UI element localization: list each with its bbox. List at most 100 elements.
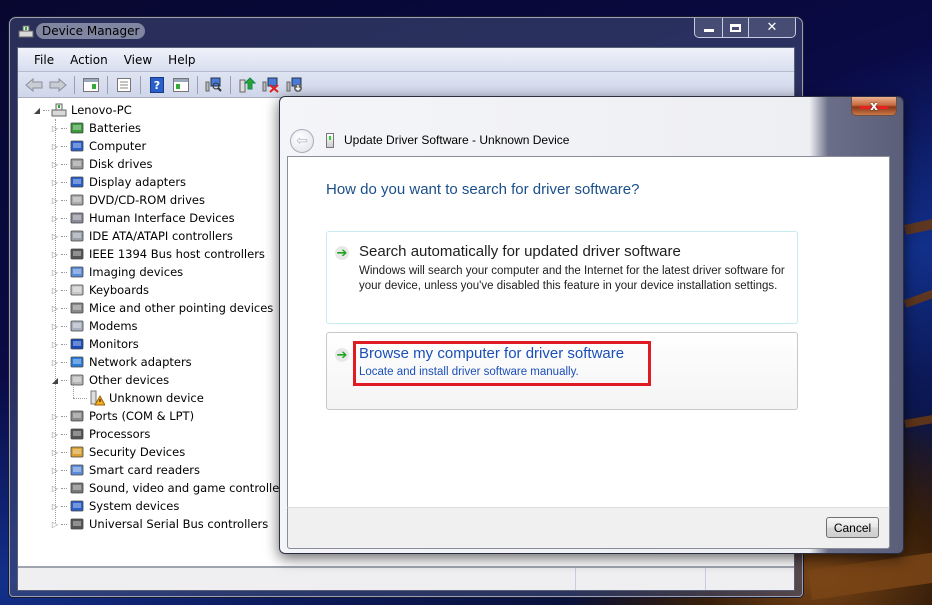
tree-item-processors[interactable]: ▷ Processors xyxy=(50,425,150,443)
title-bar[interactable]: Device Manager ✕ xyxy=(10,18,802,46)
show-hide-console-tree-button[interactable] xyxy=(80,75,102,95)
tree-item-label: DVD/CD-ROM drives xyxy=(89,193,205,207)
tree-item-universal-serial-bus-controllers[interactable]: ▷ Universal Serial Bus controllers xyxy=(50,515,268,533)
wallpaper-stripe xyxy=(903,216,932,235)
maximize-button[interactable] xyxy=(723,18,749,37)
disk-drive-icon xyxy=(68,156,86,172)
mouse-icon xyxy=(68,300,86,316)
expand-arrow-icon[interactable]: ▷ xyxy=(50,249,60,259)
tree-connector xyxy=(61,451,67,453)
uninstall-icon xyxy=(262,77,279,93)
expand-arrow-icon[interactable]: ▷ xyxy=(50,411,60,421)
update-driver-icon xyxy=(239,76,256,92)
processor-icon xyxy=(68,426,86,442)
tree-item-ieee-1394-bus-host-controllers[interactable]: ▷ IEEE 1394 Bus host controllers xyxy=(50,245,265,263)
tree-item-ports-com-lpt[interactable]: ▷ Ports (COM & LPT) xyxy=(50,407,194,425)
cancel-button[interactable]: Cancel xyxy=(826,517,879,538)
menu-help[interactable]: Help xyxy=(160,53,203,67)
tree-item-disk-drives[interactable]: ▷ Disk drives xyxy=(50,155,153,173)
expand-arrow-icon[interactable]: ▷ xyxy=(50,357,60,367)
tree-connector xyxy=(61,523,67,525)
collapse-arrow-icon[interactable]: ◢ xyxy=(32,105,42,115)
tree-item-monitors[interactable]: ▷ Monitors xyxy=(50,335,139,353)
disable-button[interactable] xyxy=(284,75,306,95)
minimize-icon xyxy=(703,29,714,32)
wallpaper-stripe xyxy=(903,286,932,308)
back-button[interactable]: ⇦ xyxy=(290,129,314,153)
expand-arrow-icon[interactable]: ▷ xyxy=(50,339,60,349)
expand-arrow-icon[interactable]: ▷ xyxy=(50,213,60,223)
expand-arrow-icon[interactable]: ▷ xyxy=(50,195,60,205)
expand-arrow-icon[interactable]: ▷ xyxy=(50,501,60,511)
expand-arrow-icon[interactable]: ▷ xyxy=(50,465,60,475)
dialog-close-button[interactable]: x xyxy=(851,97,897,116)
menu-file[interactable]: File xyxy=(26,53,62,67)
tree-item-imaging-devices[interactable]: ▷ Imaging devices xyxy=(50,263,183,281)
show-hide-action-pane-button[interactable] xyxy=(170,75,192,95)
tree-item-ide-ata-atapi-controllers[interactable]: ▷ IDE ATA/ATAPI controllers xyxy=(50,227,233,245)
expand-arrow-icon[interactable]: ▷ xyxy=(50,519,60,529)
browse-computer-option[interactable]: ➔ Browse my computer for driver software… xyxy=(326,332,798,410)
tree-item-network-adapters[interactable]: ▷ Network adapters xyxy=(50,353,192,371)
search-automatically-option[interactable]: ➔ Search automatically for updated drive… xyxy=(326,231,798,324)
tree-connector xyxy=(61,433,67,435)
tree-item-keyboards[interactable]: ▷ Keyboards xyxy=(50,281,149,299)
properties-button[interactable] xyxy=(113,75,135,95)
tree-item-unknown-device[interactable]: Unknown device xyxy=(88,389,204,407)
device-tree[interactable]: ◢ Lenovo-PC ▷ Batteries ▷ Computer ▷ Disk drive… xyxy=(18,99,290,554)
expand-arrow-icon[interactable]: ▷ xyxy=(50,159,60,169)
tree-connector xyxy=(61,379,67,381)
toolbar: ? xyxy=(18,72,794,98)
scan-hardware-changes-button[interactable] xyxy=(203,75,225,95)
expand-arrow-icon[interactable]: ▷ xyxy=(50,321,60,331)
tree-item-computer[interactable]: ▷ Computer xyxy=(50,137,146,155)
tree-root-lenovo-pc[interactable]: ◢ Lenovo-PC xyxy=(32,101,132,119)
tree-item-dvd-cd-rom-drives[interactable]: ▷ DVD/CD-ROM drives xyxy=(50,191,205,209)
close-button[interactable]: ✕ xyxy=(749,18,795,37)
tree-item-smart-card-readers[interactable]: ▷ Smart card readers xyxy=(50,461,200,479)
expand-arrow-icon[interactable]: ▷ xyxy=(50,285,60,295)
unknown-device-warning-icon xyxy=(88,390,106,406)
expand-arrow-icon[interactable]: ▷ xyxy=(50,429,60,439)
tree-item-label: Monitors xyxy=(89,337,139,351)
expand-arrow-icon[interactable]: ▷ xyxy=(50,303,60,313)
menu-action[interactable]: Action xyxy=(62,53,116,67)
device-icon xyxy=(326,133,334,148)
tree-item-label: Disk drives xyxy=(89,157,153,171)
hid-icon xyxy=(68,210,86,226)
expand-arrow-icon[interactable]: ▷ xyxy=(50,177,60,187)
tree-item-human-interface-devices[interactable]: ▷ Human Interface Devices xyxy=(50,209,235,227)
minimize-button[interactable] xyxy=(695,18,723,37)
expand-arrow-icon[interactable]: ▷ xyxy=(50,231,60,241)
expand-arrow-icon[interactable]: ▷ xyxy=(50,447,60,457)
expand-arrow-icon[interactable]: ▷ xyxy=(50,267,60,277)
tree-item-sound-video-and-game-controllers[interactable]: ▷ Sound, video and game controllers xyxy=(50,479,290,497)
tree-connector xyxy=(61,487,67,489)
tree-item-batteries[interactable]: ▷ Batteries xyxy=(50,119,141,137)
help-button[interactable]: ? xyxy=(146,75,168,95)
tree-item-security-devices[interactable]: ▷ Security Devices xyxy=(50,443,185,461)
forward-button[interactable] xyxy=(47,75,69,95)
update-driver-button[interactable] xyxy=(236,75,258,95)
menu-view[interactable]: View xyxy=(116,53,160,67)
tree-item-mice-and-other-pointing-devices[interactable]: ▷ Mice and other pointing devices xyxy=(50,299,273,317)
tree-item-display-adapters[interactable]: ▷ Display adapters xyxy=(50,173,186,191)
tree-item-other-devices[interactable]: ◢ Other devices xyxy=(50,371,169,389)
update-driver-dialog: x ⇦ Update Driver Software - Unknown Dev… xyxy=(279,96,904,554)
tree-item-label: Ports (COM & LPT) xyxy=(89,409,195,423)
tree-item-modems[interactable]: ▷ Modems xyxy=(50,317,138,335)
back-button[interactable] xyxy=(23,75,45,95)
uninstall-button[interactable] xyxy=(260,75,282,95)
properties-icon xyxy=(117,77,131,92)
tree-item-label: Imaging devices xyxy=(89,265,184,279)
disable-icon xyxy=(286,77,302,92)
green-arrow-icon: ➔ xyxy=(335,347,349,363)
tree-item-label: Batteries xyxy=(89,121,142,135)
expand-arrow-icon[interactable]: ▷ xyxy=(50,123,60,133)
expand-arrow-icon[interactable]: ▷ xyxy=(50,141,60,151)
expand-arrow-icon[interactable]: ▷ xyxy=(50,483,60,493)
tree-item-system-devices[interactable]: ▷ System devices xyxy=(50,497,179,515)
collapse-arrow-icon[interactable]: ◢ xyxy=(50,375,60,385)
system-device-icon xyxy=(68,498,86,514)
tree-item-label: Computer xyxy=(89,139,147,153)
